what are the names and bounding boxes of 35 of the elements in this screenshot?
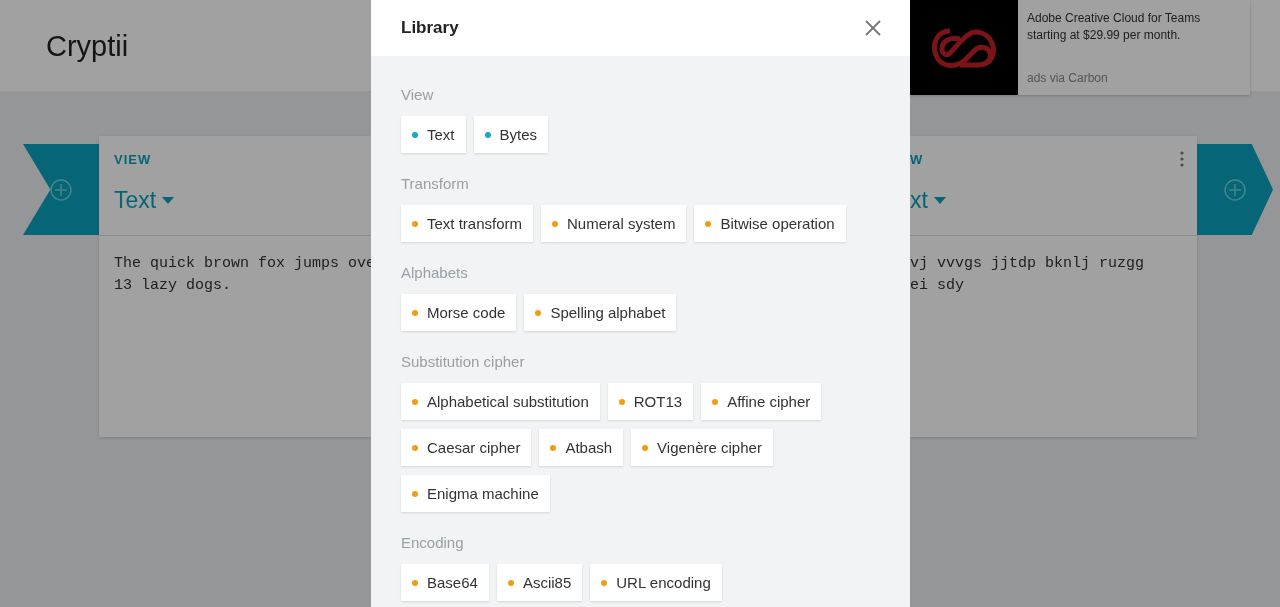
dialog-title: Library (401, 18, 459, 38)
add-icon[interactable] (1224, 178, 1246, 201)
library-item[interactable]: Bytes (473, 116, 549, 153)
library-item[interactable]: Text transform (401, 205, 534, 242)
text-content[interactable]: vj vvvgs jjtdp bknlj ruzgg ei sdy (910, 253, 1197, 297)
caret-icon (162, 196, 175, 205)
section-title: Encoding (401, 534, 465, 551)
caret-icon (933, 196, 946, 205)
library-item[interactable]: Bitwise operation (694, 205, 846, 242)
library-item[interactable]: Enigma machine (401, 475, 550, 512)
library-item[interactable]: URL encoding (590, 564, 722, 601)
brick-label: VIEW (114, 152, 152, 167)
close-button[interactable] (865, 20, 881, 36)
app-title: Cryptii (46, 30, 129, 63)
library-item[interactable]: Ascii85 (496, 564, 583, 601)
add-icon[interactable] (50, 178, 72, 201)
ad-text[interactable]: Adobe Creative Cloud for Teams starting at $29.99 per month. (1027, 10, 1241, 44)
section-title: Transform (401, 175, 470, 192)
library-item[interactable]: Alphabetical substitution (401, 383, 600, 420)
library-item[interactable]: Base64 (401, 564, 489, 601)
library-item[interactable]: Text (401, 116, 466, 153)
section-title: Alphabets (401, 264, 469, 281)
library-item[interactable]: Morse code (401, 294, 517, 331)
library-item[interactable]: Numeral system (541, 205, 687, 242)
section-title: View (401, 86, 435, 103)
section-title: Substitution cipher (401, 353, 526, 370)
library-item[interactable]: ROT13 (607, 383, 694, 420)
library-item[interactable]: Vigenère cipher (631, 429, 773, 466)
more-icon[interactable] (1180, 151, 1184, 167)
library-item[interactable]: Spelling alphabet (524, 294, 677, 331)
library-item[interactable]: Caesar cipher (401, 429, 532, 466)
brick-label: W (910, 152, 924, 167)
library-item[interactable]: Affine cipher (701, 383, 822, 420)
library-item[interactable]: Atbash (539, 429, 624, 466)
ad-logo[interactable] (910, 0, 1018, 95)
